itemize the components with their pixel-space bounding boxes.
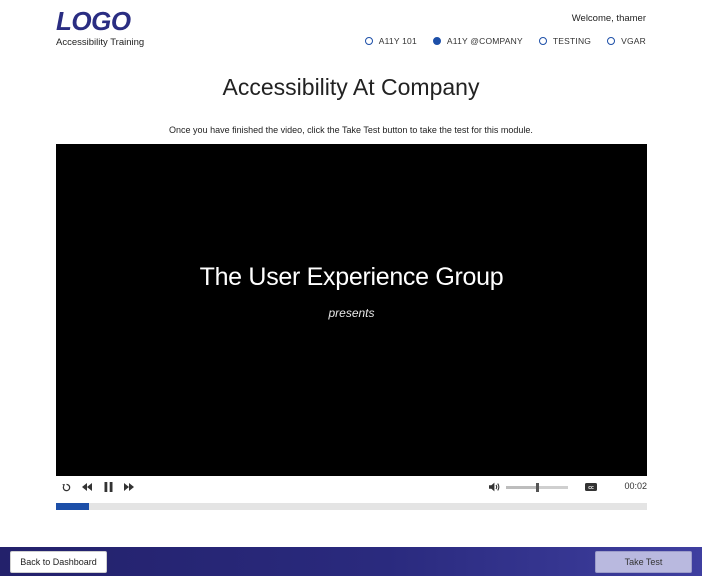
logo: LOGO: [56, 6, 131, 36]
page-title: Accessibility At Company: [222, 74, 480, 100]
volume-slider-fill: [506, 486, 537, 489]
closed-captions-icon[interactable]: cc: [584, 479, 598, 495]
welcome-message: Welcome, thamer: [571, 13, 646, 24]
radio-button-selected[interactable]: [432, 37, 441, 45]
instructions-text: Once you have finished the video, click …: [169, 125, 533, 135]
module-option-a11y-101[interactable]: A11Y 101: [364, 36, 417, 46]
volume-slider[interactable]: [506, 483, 568, 492]
module-label: VGAR: [621, 36, 646, 46]
module-selector: A11Y 101 A11Y @COMPANY TESTING VGAR: [349, 36, 646, 46]
site-subtitle: Accessibility Training: [56, 37, 145, 48]
volume-slider-thumb[interactable]: [536, 483, 539, 492]
module-option-vgar[interactable]: VGAR: [607, 36, 646, 46]
take-test-button[interactable]: Take Test: [595, 551, 692, 573]
video-controls: cc 00:02: [56, 479, 647, 495]
video-player[interactable]: The User Experience Group presents: [56, 144, 647, 476]
video-progress-bar[interactable]: [56, 503, 647, 510]
replay-icon[interactable]: [60, 479, 72, 495]
rewind-icon[interactable]: [80, 479, 94, 495]
video-time: 00:02: [624, 481, 647, 491]
pause-icon[interactable]: [101, 479, 115, 495]
footer-bar: Back to Dashboard Take Test: [0, 547, 702, 576]
video-subtitle-text: presents: [328, 306, 375, 320]
volume-icon[interactable]: [488, 479, 502, 495]
video-title-text: The User Experience Group: [199, 263, 504, 291]
svg-text:cc: cc: [588, 485, 594, 491]
radio-button[interactable]: [538, 37, 547, 45]
radio-button[interactable]: [364, 37, 373, 45]
module-option-a11y-company[interactable]: A11Y @COMPANY: [432, 36, 523, 46]
module-option-testing[interactable]: TESTING: [538, 36, 592, 46]
module-label: TESTING: [552, 36, 592, 46]
back-to-dashboard-button[interactable]: Back to Dashboard: [10, 551, 107, 573]
module-label: A11Y @COMPANY: [446, 36, 523, 46]
fast-forward-icon[interactable]: [122, 479, 136, 495]
video-progress-fill: [56, 503, 90, 510]
module-label: A11Y 101: [378, 36, 417, 46]
radio-button[interactable]: [607, 37, 616, 45]
